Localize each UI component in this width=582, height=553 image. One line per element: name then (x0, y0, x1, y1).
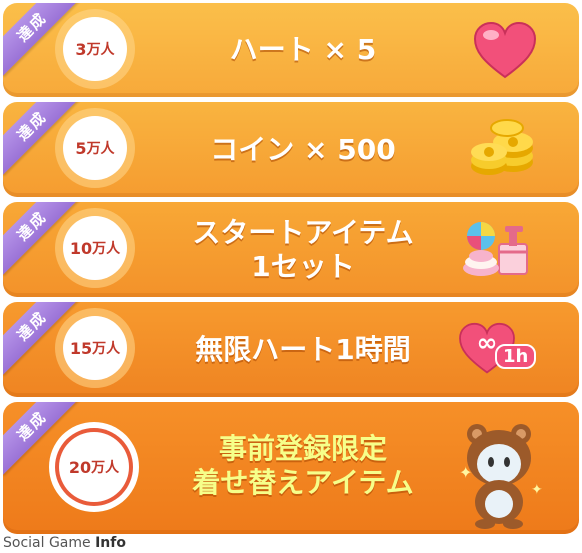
goal-number: 5 (75, 138, 87, 158)
reward-row-15man: 達成 15 万人 無限ハート1時間 ∞ 1h (3, 302, 579, 397)
goal-circle: 20 万人 (59, 432, 129, 502)
goal-unit: 万人 (91, 460, 120, 476)
goal-circle: 3 万人 (63, 17, 127, 81)
goal-unit: 万人 (92, 241, 121, 257)
goal-unit: 万人 (92, 341, 121, 357)
watermark-text: Social Game (3, 535, 96, 551)
reward-row-20man: 達成 20 万人 事前登録限定 着せ替えアイテム ✦ ✦ (3, 402, 579, 534)
goal-number: 15 (69, 338, 93, 358)
reward-label-line1: スタートアイテム (192, 216, 414, 249)
reward-label: 無限ハート1時間 (195, 333, 411, 366)
watermark-bold: Info (95, 535, 126, 551)
svg-text:✦: ✦ (531, 482, 543, 498)
reward-label-line1: 事前登録限定 (218, 432, 387, 465)
reward-row-5man: 達成 5 万人 コイン × 500 (3, 102, 579, 197)
duration-label: 1h (495, 344, 537, 369)
reward-row-3man: 達成 3 万人 ハート × 5 (3, 3, 579, 97)
heart-icon (473, 21, 537, 79)
reward-label: 事前登録限定 着せ替えアイテム (143, 432, 463, 500)
goal-number: 10 (69, 238, 93, 258)
reward-label-line2: 着せ替えアイテム (192, 466, 414, 499)
goal-number: 20 (68, 457, 92, 477)
reward-label-line2: 1セット (251, 250, 355, 283)
svg-text:✦: ✦ (459, 463, 472, 482)
infinite-heart-icon: ∞ 1h (457, 322, 537, 380)
reward-label: スタートアイテム 1セット (143, 216, 463, 284)
goal-circle: 10 万人 (63, 216, 127, 280)
coins-icon (471, 119, 533, 175)
reward-row-10man: 達成 10 万人 スタートアイテム 1セット (3, 202, 579, 297)
reward-label: ハート × 5 (229, 33, 377, 66)
goal-unit: 万人 (86, 42, 115, 58)
watermark: Social Game Info (3, 535, 126, 551)
reward-label: コイン × 500 (210, 133, 396, 166)
start-items-icon (463, 222, 528, 276)
goal-unit: 万人 (86, 141, 115, 157)
goal-number: 3 (75, 39, 87, 59)
goal-circle: 5 万人 (63, 116, 127, 180)
bear-costume-icon: ✦ ✦ (459, 424, 543, 529)
goal-circle: 15 万人 (63, 316, 127, 380)
